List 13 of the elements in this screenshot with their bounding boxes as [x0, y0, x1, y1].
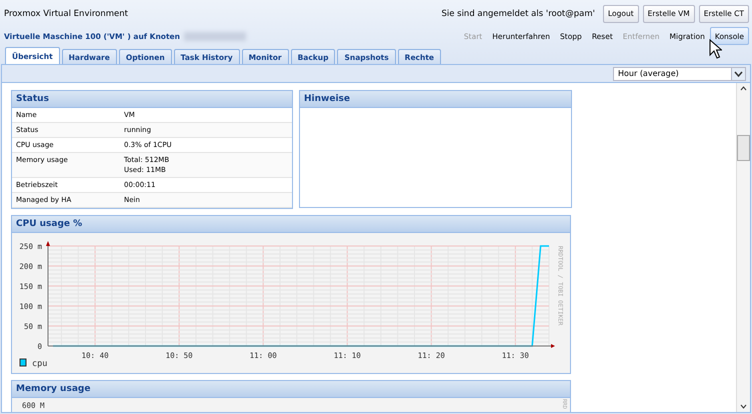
- panel-title: Hinweise: [300, 91, 571, 108]
- blurred-node-name: [184, 32, 246, 40]
- scrollbar[interactable]: [736, 83, 750, 412]
- panel-title: Memory usage: [12, 381, 570, 398]
- timeframe-dropdown[interactable]: Hour (average): [613, 66, 746, 80]
- mouse-cursor-icon: [709, 39, 722, 59]
- legend-label: cpu: [32, 359, 48, 369]
- panel-title: Status: [12, 91, 292, 108]
- dropdown-caret-icon: [731, 68, 745, 80]
- app-title: Proxmox Virtual Environment: [4, 8, 129, 18]
- panel-title: CPU usage %: [12, 216, 570, 233]
- scrollbar-thumb[interactable]: [737, 134, 750, 160]
- login-status: Sie sind angemeldet als 'root@pam': [441, 8, 595, 18]
